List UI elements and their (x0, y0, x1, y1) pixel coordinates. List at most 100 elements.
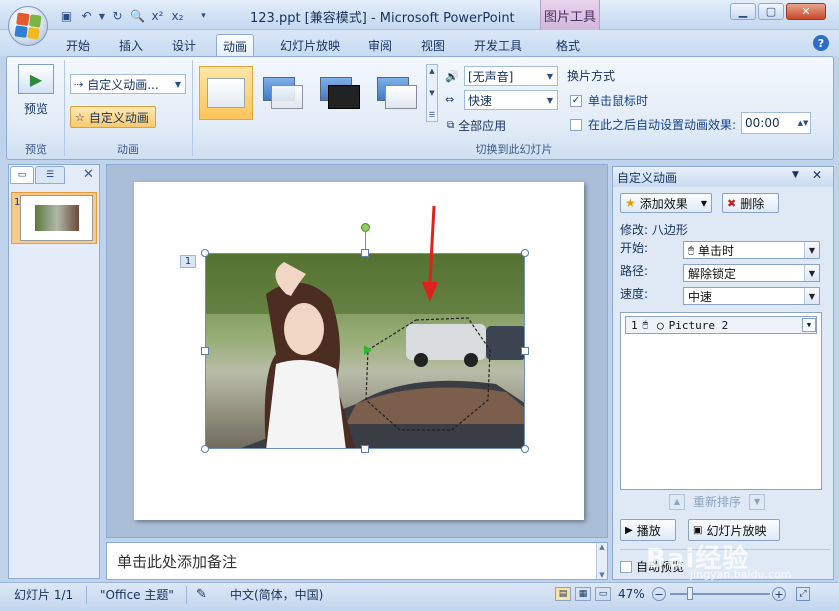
rotation-stem (365, 231, 366, 251)
advance-slide-title: 换片方式 (567, 69, 616, 83)
preview-button[interactable]: 预览 (20, 100, 52, 117)
maximize-icon: ▢ (765, 5, 777, 18)
zoom-in-icon[interactable]: + (772, 584, 786, 604)
transition-cut-thumb[interactable] (370, 66, 424, 120)
transition-speed-value: 快速 (468, 93, 493, 108)
close-pane-icon[interactable]: ✕ (812, 168, 822, 182)
transition-none-thumb[interactable] (199, 66, 253, 120)
tab-review[interactable]: 审阅 (362, 34, 398, 56)
preview-icon[interactable]: ▶ (18, 64, 54, 94)
language-indicator[interactable]: 中文(简体，中国) (230, 584, 323, 604)
chevron-up-icon[interactable]: ▲ (429, 67, 434, 75)
mouse-icon: 🖱 (642, 320, 649, 330)
resize-handle[interactable] (361, 249, 369, 257)
superscript-icon[interactable]: x² (149, 8, 166, 24)
fit-to-window-icon[interactable]: ⤢ (796, 584, 810, 604)
chevron-down-icon[interactable]: ▼ (429, 89, 434, 97)
notes-pane[interactable]: 单击此处添加备注 (106, 542, 608, 580)
start-combo[interactable]: 🖱 单击时 ▼ (683, 241, 820, 259)
help-icon[interactable]: ? (813, 35, 829, 51)
animation-order-tag[interactable]: 1 (180, 255, 196, 268)
theme-name[interactable]: "Office 主题" (100, 584, 174, 604)
tab-view[interactable]: 视图 (415, 34, 451, 56)
reorder-controls: ▲ 重新排序 ▼ (669, 493, 766, 510)
slide-counter: 幻灯片 1/1 (14, 587, 74, 602)
undo-dropdown-icon[interactable]: ▼ (98, 8, 106, 24)
notes-scrollbar[interactable]: ▲ ▼ (596, 543, 607, 579)
gallery-scroll[interactable]: ▲ ▼ ☰ (426, 64, 438, 122)
normal-view-icon[interactable]: ▤ (555, 587, 571, 601)
add-effect-button[interactable]: ★ 添加效果 ▼ (620, 193, 712, 213)
chevron-down-icon[interactable]: ▼ (599, 571, 604, 579)
minimize-button[interactable]: ▁ (730, 3, 756, 20)
save-icon[interactable]: ▣ (58, 8, 75, 24)
tab-design[interactable]: 设计 (166, 34, 202, 56)
close-button[interactable]: ✕ (786, 3, 826, 20)
auto-advance-time-spinner[interactable]: 00:00 ▲▼ (741, 112, 811, 134)
maximize-button[interactable]: ▢ (758, 3, 784, 20)
tab-outline[interactable]: ☰ (35, 166, 65, 184)
slideshow-icon: ▣ (693, 524, 703, 536)
path-label: 路径: (620, 264, 649, 278)
octagon-motion-path[interactable] (365, 317, 491, 431)
tab-format[interactable]: 格式 (550, 34, 586, 56)
path-combo[interactable]: 解除锁定 ▼ (683, 264, 820, 282)
tab-slideshow[interactable]: 幻灯片放映 (274, 34, 346, 56)
slide-thumbnail[interactable] (20, 195, 93, 241)
slide-sorter-icon[interactable]: ▦ (575, 587, 591, 601)
tab-slides[interactable]: ▭ (10, 166, 34, 184)
undo-icon[interactable]: ↶ (78, 8, 95, 24)
pane-menu-icon[interactable]: ▼ (792, 170, 799, 180)
animation-list-item[interactable]: 1 🖱 ◯ Picture 2 ▼ (625, 316, 817, 334)
custom-animation-combo[interactable]: ⇢ 自定义动画... ▼ (70, 74, 186, 94)
resize-handle[interactable] (201, 249, 209, 257)
gallery-expand-icon[interactable]: ☰ (429, 111, 435, 119)
resize-handle[interactable] (521, 249, 529, 257)
print-preview-icon[interactable]: 🔍 (129, 8, 146, 24)
tab-home[interactable]: 开始 (60, 34, 96, 56)
speed-combo[interactable]: 中速 ▼ (683, 287, 820, 305)
transition-sound-combo[interactable]: [无声音] ▼ (464, 66, 558, 86)
tab-developer[interactable]: 开发工具 (468, 34, 528, 56)
spellcheck-icon[interactable]: ✎ (196, 584, 207, 604)
custom-animation-button[interactable]: ☆ 自定义动画 (70, 106, 156, 128)
redo-icon[interactable]: ↻ (109, 8, 126, 24)
zoom-out-icon[interactable]: − (652, 584, 666, 604)
zoom-level[interactable]: 47% (618, 584, 645, 604)
tab-animation[interactable]: 动画 (216, 34, 255, 57)
qat-customize-icon[interactable]: ▾ (195, 8, 212, 24)
autopreview-checkbox[interactable] (620, 560, 632, 573)
subscript-icon[interactable]: x₂ (169, 8, 186, 24)
delete-effect-button[interactable]: ✖ 删除 (722, 193, 779, 213)
transition-fade-thumb[interactable] (256, 66, 310, 120)
transition-speed-combo[interactable]: 快速 ▼ (464, 90, 558, 110)
chevron-down-icon[interactable]: ▼ (802, 318, 816, 332)
on-click-checkbox[interactable]: ✓ (570, 94, 582, 107)
auto-advance-checkbox[interactable] (570, 118, 582, 131)
resize-handle[interactable] (521, 347, 529, 355)
resize-handle[interactable] (201, 445, 209, 453)
move-down-icon[interactable]: ▼ (749, 493, 766, 510)
tab-insert[interactable]: 插入 (113, 34, 149, 56)
resize-handle[interactable] (201, 347, 209, 355)
group-divider (64, 60, 65, 156)
play-label: 播放 (636, 523, 661, 538)
on-click-option[interactable]: ✓ 单击鼠标时 (570, 92, 648, 109)
chevron-down-icon: ▼ (804, 265, 819, 281)
zoom-slider-track[interactable] (670, 593, 770, 595)
auto-advance-option[interactable]: 在此之后自动设置动画效果: (570, 116, 736, 133)
star-icon: ★ (625, 196, 636, 210)
zoom-slider-thumb[interactable] (687, 587, 693, 600)
move-up-icon[interactable]: ▲ (669, 493, 685, 510)
resize-handle[interactable] (521, 445, 529, 453)
resize-handle[interactable] (361, 445, 369, 453)
on-click-label: 单击鼠标时 (588, 94, 649, 108)
thumbnail-photo (34, 205, 79, 231)
transition-fade-black-thumb[interactable] (313, 66, 367, 120)
slideshow-view-icon[interactable]: ▭ (595, 587, 611, 601)
chevron-up-icon[interactable]: ▲ (599, 543, 604, 551)
spinner-icon[interactable]: ▲▼ (796, 114, 810, 132)
office-button[interactable] (8, 6, 48, 46)
close-pane-icon[interactable]: ✕ (83, 167, 94, 182)
apply-all-button[interactable]: ⧉ 全部应用 (443, 114, 510, 136)
